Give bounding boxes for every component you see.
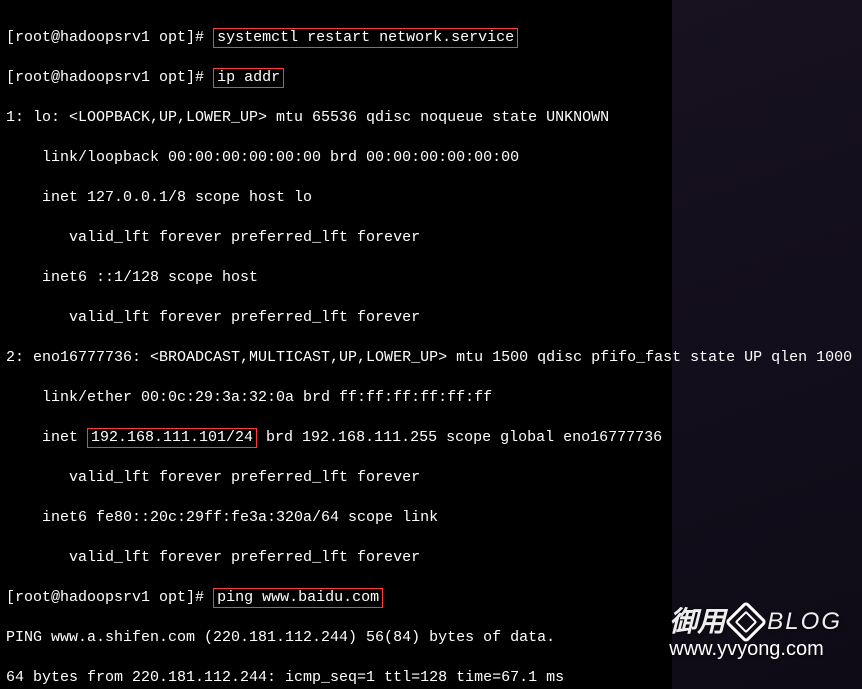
ip-eno-link: link/ether 00:0c:29:3a:32:0a brd ff:ff:f… — [6, 388, 856, 408]
watermark-title: 御用 BLOG — [669, 607, 842, 637]
cmd-ping-baidu: ping www.baidu.com — [213, 588, 383, 608]
prompt-line-3: [root@hadoopsrv1 opt]# ping www.baidu.co… — [6, 588, 856, 608]
shell-prompt: [root@hadoopsrv1 opt]# — [6, 589, 204, 606]
cmd-restart-network: systemctl restart network.service — [213, 28, 518, 48]
watermark-text-cn: 御用 — [669, 612, 725, 632]
terminal-output: [root@hadoopsrv1 opt]# systemctl restart… — [0, 0, 862, 689]
ip-eno-inet: inet 192.168.111.101/24 brd 192.168.111.… — [6, 428, 856, 448]
shell-prompt: [root@hadoopsrv1 opt]# — [6, 29, 204, 46]
assigned-ip-address: 192.168.111.101/24 — [87, 428, 257, 448]
ip-eno-inet6: inet6 fe80::20c:29ff:fe3a:320a/64 scope … — [6, 508, 856, 528]
prompt-line-1: [root@hadoopsrv1 opt]# systemctl restart… — [6, 28, 856, 48]
ip-lo-head: 1: lo: <LOOPBACK,UP,LOWER_UP> mtu 65536 … — [6, 108, 856, 128]
watermark: 御用 BLOG www.yvyong.com — [669, 607, 842, 659]
ip-lo-inet: inet 127.0.0.1/8 scope host lo — [6, 188, 856, 208]
ip-lo-link: link/loopback 00:00:00:00:00:00 brd 00:0… — [6, 148, 856, 168]
ip-valid: valid_lft forever preferred_lft forever — [6, 308, 856, 328]
watermark-url: www.yvyong.com — [669, 639, 842, 659]
diamond-icon — [725, 601, 767, 643]
ip-lo-inet6: inet6 ::1/128 scope host — [6, 268, 856, 288]
ping1-reply: 64 bytes from 220.181.112.244: icmp_seq=… — [6, 668, 856, 688]
ip-valid: valid_lft forever preferred_lft forever — [6, 468, 856, 488]
cmd-ip-addr: ip addr — [213, 68, 284, 88]
ip-valid: valid_lft forever preferred_lft forever — [6, 228, 856, 248]
inet-suffix: brd 192.168.111.255 scope global eno1677… — [257, 429, 662, 446]
ip-valid: valid_lft forever preferred_lft forever — [6, 548, 856, 568]
inet-prefix: inet — [6, 429, 87, 446]
prompt-line-2: [root@hadoopsrv1 opt]# ip addr — [6, 68, 856, 88]
ip-eno-head: 2: eno16777736: <BROADCAST,MULTICAST,UP,… — [6, 348, 856, 368]
shell-prompt: [root@hadoopsrv1 opt]# — [6, 69, 204, 86]
watermark-blog-label: BLOG — [767, 612, 842, 632]
